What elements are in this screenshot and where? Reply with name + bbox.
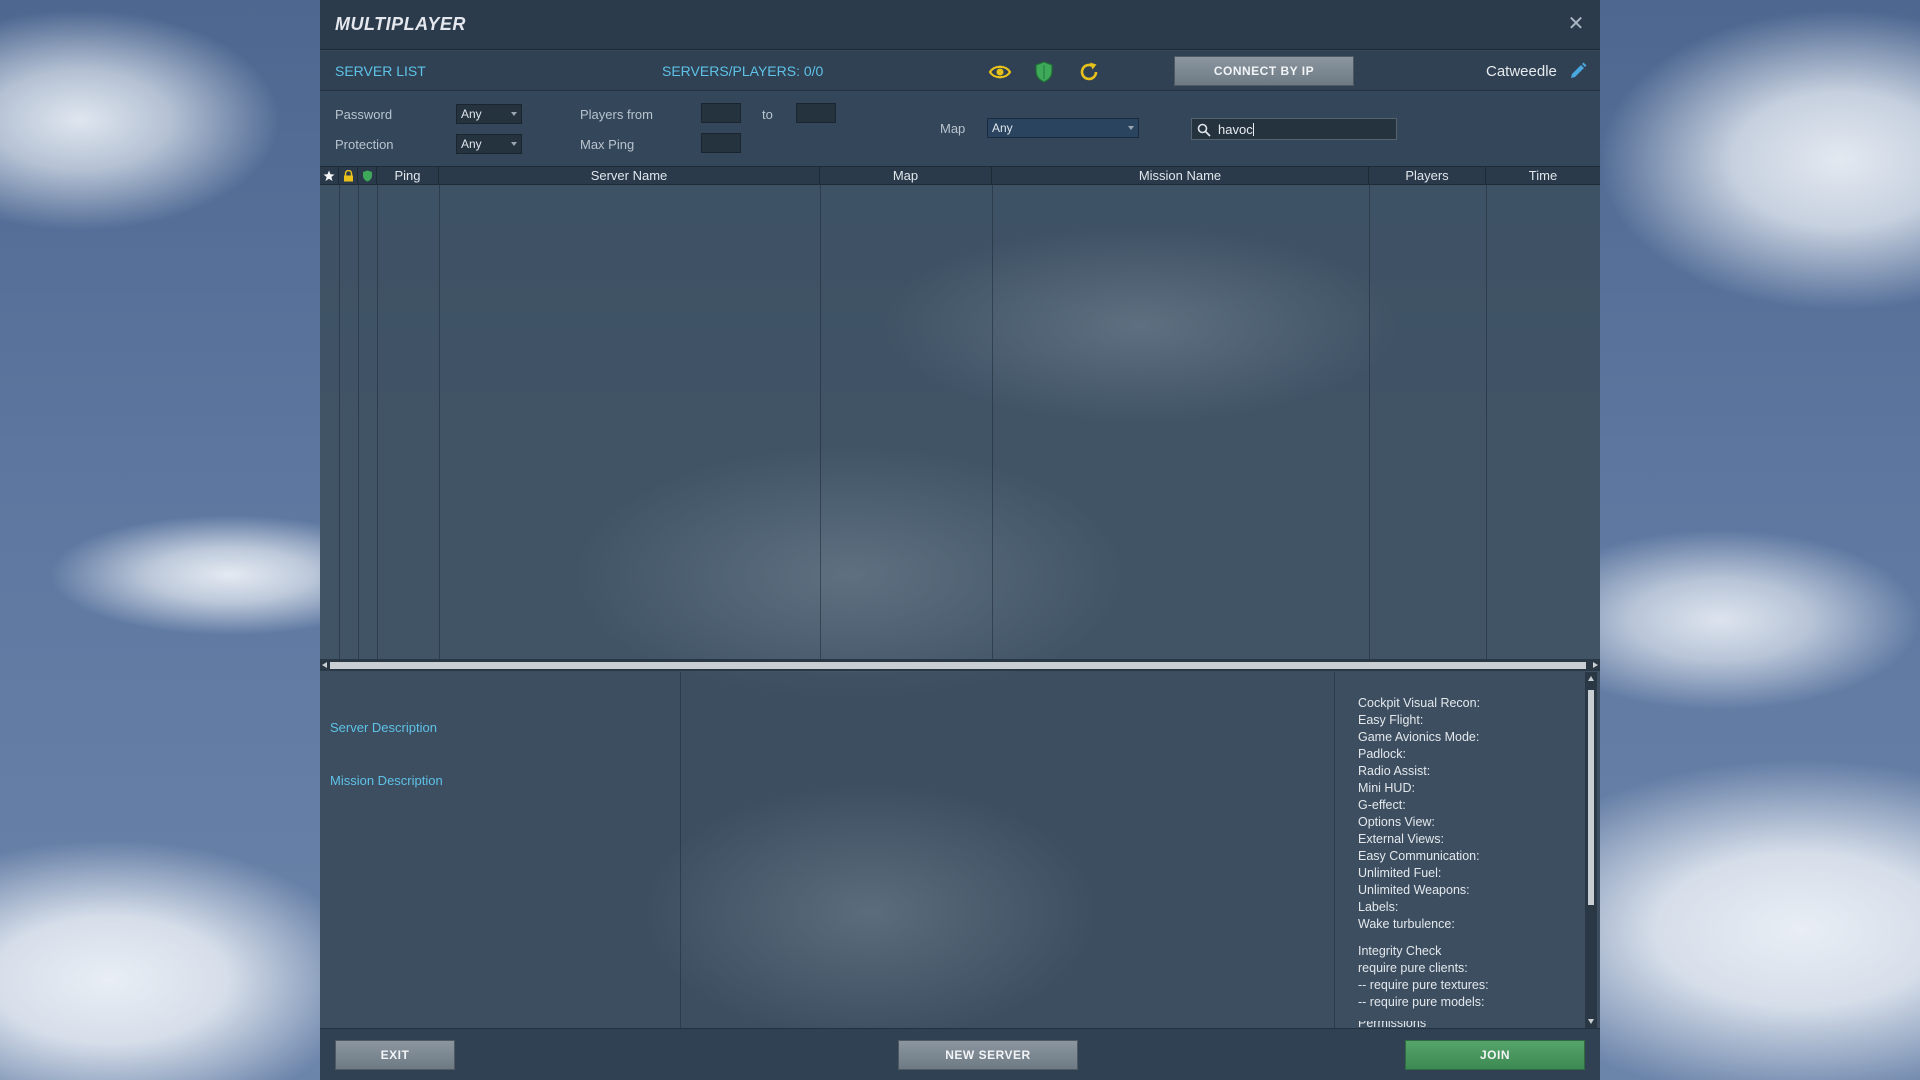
search-input[interactable]: havoc [1191, 118, 1397, 140]
server-list-body[interactable] [320, 185, 1600, 705]
option-item: External Views: [1358, 832, 1444, 846]
option-item: Labels: [1358, 900, 1399, 914]
eye-icon[interactable] [988, 60, 1012, 84]
players-column-header[interactable]: Players [1369, 167, 1486, 185]
option-item: Easy Communication: [1358, 849, 1480, 863]
option-item: G-effect: [1358, 798, 1406, 812]
option-item: Cockpit Visual Recon: [1358, 696, 1481, 710]
search-icon [1197, 123, 1211, 137]
players-to-label: to [762, 107, 773, 122]
time-column-header[interactable]: Time [1486, 167, 1600, 185]
shield-icon[interactable] [1032, 60, 1056, 84]
scroll-left-icon[interactable] [322, 662, 327, 668]
players-to-input[interactable] [796, 103, 836, 123]
max-ping-input[interactable] [701, 133, 741, 153]
footer-bar: EXIT NEW SERVER JOIN [320, 1028, 1600, 1080]
integrity-item: require pure clients: [1358, 961, 1468, 975]
server-description-link[interactable]: Server Description [330, 720, 437, 735]
option-item: Unlimited Fuel: [1358, 866, 1442, 880]
scroll-right-icon[interactable] [1593, 662, 1598, 668]
search-text: havoc [1218, 122, 1254, 137]
map-value: Any [992, 121, 1013, 135]
server-player-count: SERVERS/PLAYERS: 0/0 [662, 63, 824, 79]
horizontal-scrollbar[interactable] [320, 659, 1600, 671]
server-list-tab[interactable]: SERVER LIST [335, 63, 426, 79]
map-label: Map [940, 121, 966, 136]
map-column-header[interactable]: Map [820, 167, 992, 185]
password-select[interactable]: Any [456, 104, 522, 124]
integrity-item: -- require pure textures: [1358, 978, 1489, 992]
chevron-down-icon [1128, 126, 1134, 130]
window-title: MULTIPLAYER [335, 14, 466, 34]
players-from-input[interactable] [701, 103, 741, 123]
protection-column[interactable] [358, 167, 377, 185]
close-icon[interactable]: ✕ [1564, 12, 1588, 36]
description-content-pane [682, 672, 1335, 1028]
server-table-header: Ping Server Name Map Mission Name Player… [320, 166, 1600, 185]
map-select[interactable]: Any [987, 118, 1139, 138]
server-options-list: Cockpit Visual Recon: Easy Flight: Game … [1358, 695, 1489, 1030]
integrity-heading: Integrity Check [1358, 944, 1442, 958]
connect-by-ip-button[interactable]: CONNECT BY IP [1174, 56, 1354, 86]
scroll-down-icon[interactable] [1588, 1019, 1594, 1024]
protection-value: Any [461, 137, 482, 151]
vertical-scrollbar[interactable] [1585, 672, 1597, 1028]
option-item: Mini HUD: [1358, 781, 1415, 795]
toolbar: SERVER LIST SERVERS/PLAYERS: 0/0 CONNECT… [320, 51, 1600, 91]
option-item: Unlimited Weapons: [1358, 883, 1470, 897]
protection-label: Protection [335, 137, 394, 152]
description-pane: Server Description Mission Description [320, 672, 681, 1028]
option-item: Game Avionics Mode: [1358, 730, 1480, 744]
option-item: Options View: [1358, 815, 1435, 829]
password-label: Password [335, 107, 393, 122]
ping-column-header[interactable]: Ping [377, 167, 439, 185]
multiplayer-window: MULTIPLAYER ✕ SERVER LIST SERVERS/PLAYER… [320, 0, 1600, 1080]
players-from-label: Players from [580, 107, 653, 122]
password-column[interactable] [339, 167, 358, 185]
lock-icon [343, 169, 353, 182]
pencil-icon[interactable] [1568, 61, 1588, 81]
filter-panel: Password Any Protection Any Players from… [320, 92, 1600, 166]
exit-button[interactable]: EXIT [335, 1040, 455, 1070]
scroll-up-icon[interactable] [1588, 676, 1594, 681]
protection-select[interactable]: Any [456, 134, 522, 154]
option-item: Padlock: [1358, 747, 1406, 761]
option-item: Easy Flight: [1358, 713, 1424, 727]
integrity-item: -- require pure models: [1358, 995, 1485, 1009]
server-details-panel: Server Description Mission Description C… [320, 672, 1600, 1042]
username: Catweedle [1486, 63, 1557, 80]
refresh-icon[interactable] [1077, 60, 1101, 84]
join-button[interactable]: JOIN [1405, 1040, 1585, 1070]
title-bar: MULTIPLAYER ✕ [320, 0, 1600, 50]
mission-description-link[interactable]: Mission Description [330, 773, 443, 788]
horizontal-scroll-thumb[interactable] [330, 662, 1586, 669]
star-icon [323, 170, 335, 181]
mission-name-column-header[interactable]: Mission Name [992, 167, 1369, 185]
favorite-column[interactable] [320, 167, 339, 185]
server-name-column-header[interactable]: Server Name [439, 167, 820, 185]
new-server-button[interactable]: NEW SERVER [898, 1040, 1078, 1070]
vertical-scroll-thumb[interactable] [1588, 690, 1594, 905]
chevron-down-icon [511, 112, 517, 116]
max-ping-label: Max Ping [580, 137, 635, 152]
option-item: Radio Assist: [1358, 764, 1431, 778]
shield-icon [362, 170, 372, 182]
password-value: Any [461, 107, 482, 121]
option-item: Wake turbulence: [1358, 917, 1455, 931]
chevron-down-icon [511, 142, 517, 146]
